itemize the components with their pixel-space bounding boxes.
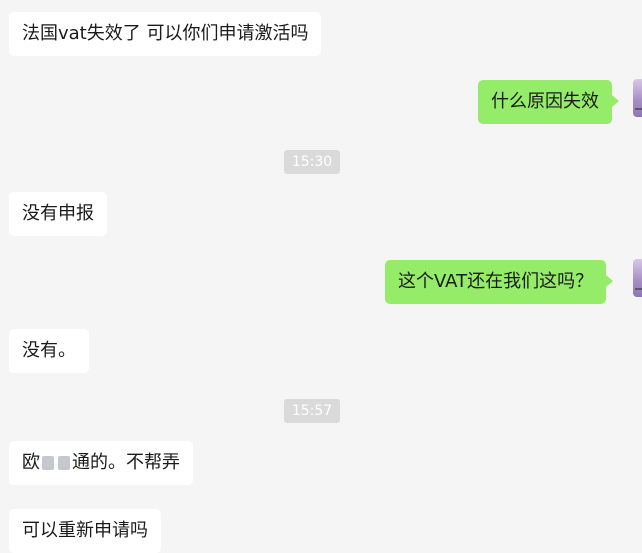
message-bubble-incoming[interactable]: 法国vat失效了 可以你们申请激活吗	[9, 12, 322, 56]
redacted-text	[58, 456, 70, 470]
message-text: 可以重新申请吗	[22, 520, 148, 541]
message-text: 法国vat失效了 可以你们申请激活吗	[22, 23, 309, 44]
message-text: 没有。	[22, 340, 76, 361]
message-bubble-incoming[interactable]: 欧 通的。不帮弄	[9, 441, 193, 485]
message-text: 这个VAT还在我们这吗？	[398, 271, 594, 292]
timestamp: 15:57	[284, 399, 340, 423]
message-bubble-outgoing[interactable]: 这个VAT还在我们这吗？	[385, 260, 614, 304]
message-text: 什么原因失效	[491, 91, 599, 112]
timestamp: 15:30	[284, 150, 340, 174]
user-avatar-icon[interactable]	[633, 79, 642, 117]
message-bubble-incoming[interactable]: 可以重新申请吗	[9, 509, 161, 553]
message-text-start: 欧	[22, 452, 40, 473]
message-bubble-outgoing[interactable]: 什么原因失效	[478, 80, 619, 124]
message-bubble-incoming[interactable]: 没有。	[9, 329, 89, 373]
user-avatar-icon[interactable]	[633, 259, 642, 297]
message-text-end: 通的。不帮弄	[72, 452, 180, 473]
redacted-text	[42, 456, 54, 470]
message-bubble-incoming[interactable]: 没有申报	[9, 192, 107, 236]
message-text: 没有申报	[22, 203, 94, 224]
